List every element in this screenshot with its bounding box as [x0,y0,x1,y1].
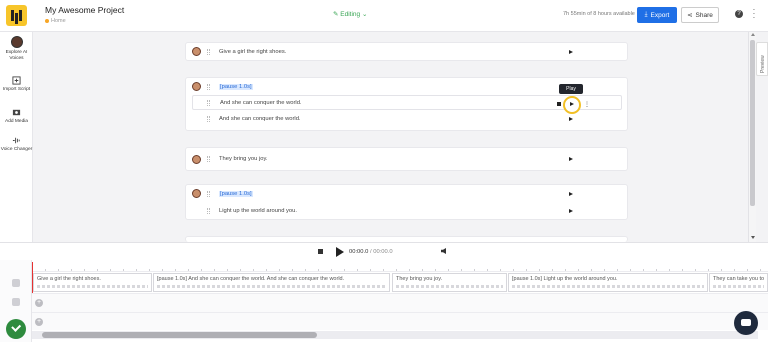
script-block[interactable]: Give a girl the right shoes. [185,42,628,61]
add-icon[interactable]: + [35,299,43,307]
script-row[interactable]: [pause 1.0s] [186,185,627,202]
drag-handle-icon[interactable] [207,99,210,106]
skip-back-icon[interactable] [318,249,323,254]
more-options-icon[interactable]: · · · [751,6,757,22]
drag-handle-icon[interactable] [207,207,210,214]
sidebar-item-label: Import Script [2,87,31,92]
sidebar-item-label: Add Media [5,119,28,124]
player-bar: 00:00.0 / 00:00.0 [0,242,768,260]
export-button[interactable]: ⤓ Export [637,7,677,23]
play-icon[interactable] [569,157,573,161]
vertical-scrollbar[interactable] [748,32,756,242]
preview-tab[interactable]: Preview [756,42,768,76]
script-text[interactable]: Light up the world around you. [219,208,297,214]
help-icon[interactable]: ? [735,10,743,18]
sidebar-item-label: Explore AI Voices [5,50,28,61]
total-time: 00:00.0 [373,249,393,255]
mode-label: Editing [340,11,361,18]
play-button-highlighted[interactable] [563,96,581,114]
add-icon[interactable]: + [35,318,43,326]
media-track[interactable]: + [32,312,768,330]
script-editor: Give a girl the right shoes. [pause 1.0s… [33,32,748,242]
scrollbar-thumb[interactable] [42,332,317,338]
microphone-icon [12,279,20,287]
timeline-clip[interactable]: They bring you joy. [392,273,507,292]
done-check-icon[interactable] [6,319,26,339]
script-row[interactable]: Light up the world around you. [186,202,627,219]
breadcrumb-home[interactable]: Home [51,18,66,24]
play-icon[interactable] [569,49,573,54]
sidebar-item-label: Voice Changer [0,147,33,152]
play-icon[interactable] [569,116,573,121]
sidebar-item-add-media[interactable]: Add Media [0,108,33,125]
import-icon [12,76,21,85]
play-icon[interactable] [569,208,573,213]
share-icon: ⋖ [687,12,693,19]
drag-handle-icon[interactable] [207,190,210,197]
scroll-down-icon[interactable] [751,236,755,239]
script-row[interactable]: They bring you joy. [186,148,627,170]
horizontal-scrollbar[interactable] [32,331,758,339]
script-text[interactable]: Give a girl the right shoes. [219,49,286,55]
voice-avatar-icon[interactable] [192,47,201,56]
download-icon: ⤓ [644,11,648,18]
voice-avatar-icon[interactable] [192,154,201,164]
sidebar-item-voice-changer[interactable]: Voice Changer [0,136,33,153]
time-display: 00:00.0 / 00:00.0 [349,249,393,255]
sidebar-item-explore-ai-voices[interactable]: Explore AI Voices [0,36,33,62]
time-ruler[interactable] [32,260,768,272]
pause-tag[interactable]: [pause 1.0s] [219,190,253,197]
chevron-down-icon: ⌄ [361,11,368,18]
row-options-icon[interactable]: ⋮ [584,101,590,108]
media-icon [12,109,21,116]
script-row[interactable]: And she can conquer the world. [186,110,627,127]
voice-changer-icon [12,137,20,144]
drag-handle-icon[interactable] [207,48,210,55]
usage-status: 7h 55min of 8 hours available [563,11,635,17]
drag-handle-icon[interactable] [207,115,210,122]
script-row[interactable]: Give a girl the right shoes. [186,43,627,60]
chat-icon[interactable] [734,311,758,335]
scroll-up-icon[interactable] [751,33,755,36]
play-icon[interactable] [569,191,573,196]
logo-icon[interactable] [6,5,27,26]
volume-icon[interactable] [441,248,446,254]
project-title[interactable]: My Awesome Project [45,5,124,15]
timeline-clip[interactable]: [pause 1.0s] And she can conquer the wor… [153,273,390,292]
play-icon[interactable] [336,247,344,257]
breadcrumb[interactable]: Home [45,18,66,24]
sidebar-item-import-script[interactable]: Import Script [0,76,33,93]
share-label: Share [695,11,713,19]
script-block[interactable]: They bring you joy. [185,147,628,171]
mode-dropdown[interactable]: ✎ Editing ⌄ [333,10,367,18]
play-tooltip: Play [559,84,583,94]
export-label: Export [650,11,670,19]
script-block[interactable]: [pause 1.0s] Light up the world around y… [185,184,628,220]
voice-avatar-icon[interactable] [192,189,201,198]
timeline-clip[interactable]: Give a girl the right shoes. [33,273,152,292]
video-icon [12,298,20,306]
drag-handle-icon[interactable] [207,156,210,162]
pause-tag[interactable]: [pause 1.0s] [219,83,253,90]
script-text[interactable]: They bring you joy. [219,156,268,162]
voice-avatar-icon[interactable] [192,82,201,91]
current-time: 00:00.0 [349,249,369,255]
time-separator: / [369,249,372,255]
home-icon [45,18,49,23]
script-text[interactable]: And she can conquer the world. [220,100,302,106]
flag-icon[interactable] [557,102,561,106]
drag-handle-icon[interactable] [207,83,210,90]
media-track[interactable]: + [32,293,768,314]
avatar-icon [10,36,23,48]
timeline: Give a girl the right shoes. [pause 1.0s… [0,260,768,342]
timeline-clip[interactable]: [pause 1.0s] Light up the world around y… [508,273,708,292]
preview-label: Preview [760,55,766,73]
scrollbar-thumb[interactable] [750,40,755,206]
top-bar: My Awesome Project Home ✎ Editing ⌄ 7h 5… [0,0,768,32]
timeline-clip[interactable]: They can take you to [709,273,768,292]
share-button[interactable]: ⋖ Share [681,7,719,23]
script-text[interactable]: And she can conquer the world. [219,116,301,122]
